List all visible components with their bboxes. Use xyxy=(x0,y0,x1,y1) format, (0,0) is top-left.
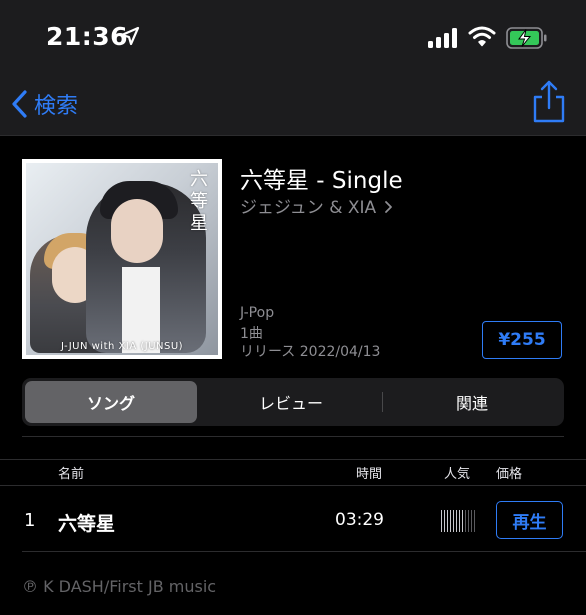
segmented-control: ソング レビュー 関連 xyxy=(22,378,564,426)
tab-related[interactable]: 関連 xyxy=(383,381,561,423)
buy-album-button[interactable]: ¥255 xyxy=(482,321,562,359)
popularity-tick xyxy=(447,510,448,532)
chevron-right-icon xyxy=(384,201,392,213)
chevron-left-icon xyxy=(12,90,27,118)
status-time: 21:36 xyxy=(46,22,129,51)
tab-reviews[interactable]: レビュー xyxy=(200,381,382,423)
popularity-tick xyxy=(468,510,469,532)
album-artwork[interactable]: 六等星 J-JUN with XIA (JUNSU) xyxy=(22,159,222,359)
album-release-date: リリース 2022/04/13 xyxy=(240,344,381,360)
popularity-tick xyxy=(450,510,451,532)
location-arrow-icon xyxy=(120,26,140,46)
play-button[interactable]: 再生 xyxy=(496,501,563,539)
back-button[interactable]: 検索 xyxy=(10,86,78,122)
artist-link[interactable]: ジェジュン & XIA xyxy=(240,193,394,218)
popularity-tick xyxy=(459,510,460,532)
popularity-tick xyxy=(444,510,445,532)
popularity-meter xyxy=(441,510,475,532)
popularity-tick xyxy=(471,510,472,532)
album-track-count: 1曲 xyxy=(240,326,263,342)
album-genre: J-Pop xyxy=(240,305,275,321)
popularity-tick xyxy=(462,510,463,532)
back-button-label: 検索 xyxy=(34,94,79,119)
column-header-name: 名前 xyxy=(58,467,85,482)
popularity-tick xyxy=(441,510,442,532)
column-header-time: 時間 xyxy=(356,467,383,482)
album-title: 六等星 - Single xyxy=(240,168,403,194)
artwork-title: 六等星 xyxy=(190,169,208,234)
track-number: 1 xyxy=(24,510,36,531)
divider xyxy=(22,436,564,437)
popularity-tick xyxy=(465,510,466,532)
artist-name: ジェジュン & XIA xyxy=(240,198,377,218)
divider xyxy=(22,551,586,552)
album-page: 六等星 J-JUN with XIA (JUNSU) 六等星 - Single … xyxy=(0,137,586,615)
divider xyxy=(0,459,586,460)
track-name: 六等星 xyxy=(58,513,116,535)
popularity-tick xyxy=(453,510,454,532)
column-header-price: 価格 xyxy=(496,467,523,482)
tab-songs[interactable]: ソング xyxy=(25,381,197,423)
divider xyxy=(0,485,586,486)
navigation-bar: 検索 xyxy=(0,76,586,136)
popularity-tick xyxy=(456,510,457,532)
copyright-text: ℗ K DASH/First JB music xyxy=(22,577,217,596)
battery-charging-icon xyxy=(506,27,547,49)
share-icon[interactable] xyxy=(530,78,568,126)
popularity-tick xyxy=(474,510,475,532)
wifi-icon xyxy=(468,26,496,47)
status-bar: 21:36 xyxy=(0,0,586,76)
column-header-popularity: 人気 xyxy=(444,467,471,482)
artwork-credit: J-JUN with XIA (JUNSU) xyxy=(60,341,184,352)
cellular-signal-icon xyxy=(428,28,458,48)
track-duration: 03:29 xyxy=(335,510,384,530)
